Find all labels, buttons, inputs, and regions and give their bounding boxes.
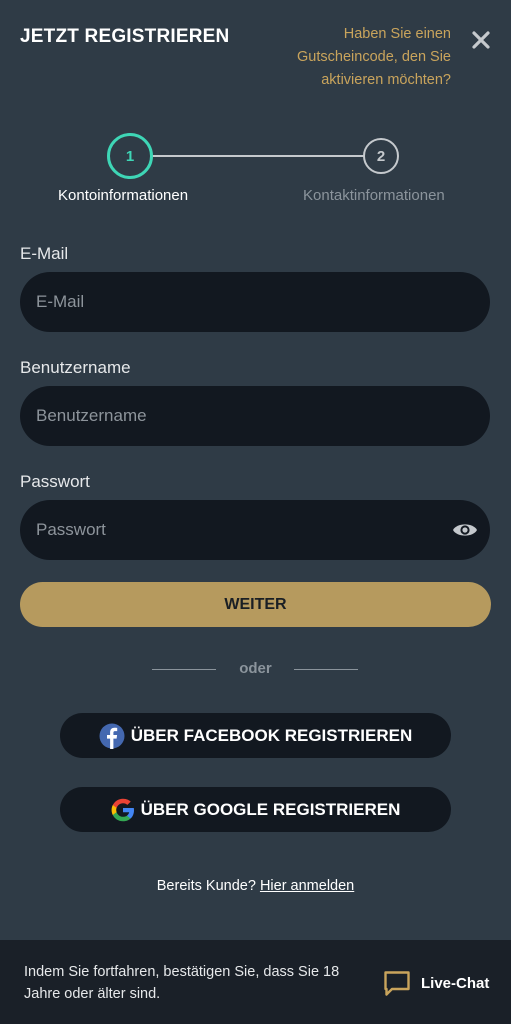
facebook-register-button[interactable]: ÜBER FACEBOOK REGISTRIEREN	[60, 713, 451, 758]
live-chat-label: Live-Chat	[421, 975, 490, 992]
step-1-indicator: 1	[107, 133, 153, 179]
facebook-icon	[99, 723, 125, 749]
live-chat-button[interactable]: Live-Chat	[383, 970, 489, 997]
divider-text: oder	[239, 660, 272, 677]
step-2-label: Kontaktinformationen	[303, 187, 445, 204]
page-title: JETZT REGISTRIEREN	[20, 26, 230, 47]
voucher-code-link[interactable]: Haben Sie einen Gutscheincode, den Sie a…	[261, 23, 451, 92]
facebook-register-label: ÜBER FACEBOOK REGISTRIEREN	[130, 725, 413, 745]
google-icon	[111, 798, 135, 822]
close-icon[interactable]	[471, 30, 491, 50]
divider-right	[294, 669, 358, 670]
google-register-button[interactable]: ÜBER GOOGLE REGISTRIEREN	[60, 787, 451, 832]
stepper-connector	[152, 155, 365, 157]
login-prompt-text: Bereits Kunde?	[156, 878, 256, 894]
footer-bar: Indem Sie fortfahren, bestätigen Sie, da…	[0, 940, 511, 1024]
password-label: Passwort	[20, 472, 90, 491]
email-label: E-Mail	[20, 244, 69, 263]
username-label: Benutzername	[20, 358, 131, 377]
continue-button[interactable]: WEITER	[20, 582, 491, 627]
chat-icon	[383, 970, 411, 997]
registration-panel: JETZT REGISTRIEREN Haben Sie einen Gutsc…	[0, 0, 511, 1024]
age-confirmation-notice: Indem Sie fortfahren, bestätigen Sie, da…	[24, 964, 340, 1002]
email-field[interactable]	[20, 272, 490, 332]
login-prompt: Bereits Kunde? Hier anmelden	[0, 878, 511, 894]
google-register-label: ÜBER GOOGLE REGISTRIEREN	[140, 799, 401, 819]
password-field[interactable]	[20, 500, 490, 560]
step-2-indicator: 2	[363, 138, 399, 174]
eye-icon[interactable]	[452, 519, 478, 541]
step-1-label: Kontoinformationen	[58, 187, 189, 204]
username-field[interactable]	[20, 386, 490, 446]
login-link[interactable]: Hier anmelden	[260, 878, 354, 894]
